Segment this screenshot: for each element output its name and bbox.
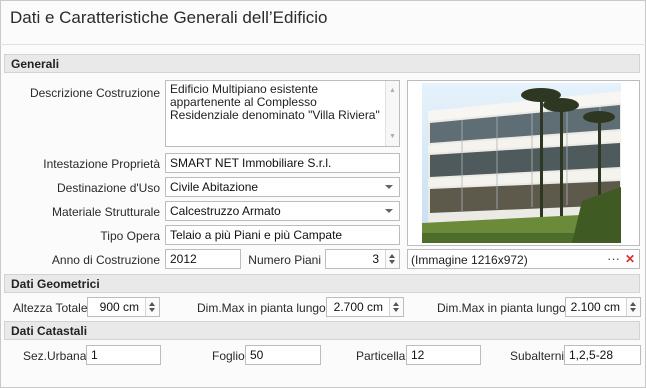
dimy-label: Dim.Max in pianta lungo Y xyxy=(437,301,577,315)
section-header-catastali: Dati Catastali xyxy=(4,321,640,340)
section-header-generali: Generali xyxy=(4,54,640,73)
altezza-spinner[interactable]: 900 cm xyxy=(87,297,160,317)
more-dots-icon[interactable]: ··· xyxy=(607,251,620,266)
building-photo xyxy=(422,83,621,243)
piani-value: 3 xyxy=(372,252,379,266)
section-header-geometrici: Dati Geometrici xyxy=(4,274,640,293)
page-title: Dati e Caratteristiche Generali dell’Edi… xyxy=(10,8,328,27)
image-info-bar: (Immagine 1216x972) ··· ✕ xyxy=(407,249,640,269)
close-icon[interactable]: ✕ xyxy=(625,252,635,266)
scroll-down-arrow-icon[interactable]: ▼ xyxy=(389,130,396,143)
subalterni-input[interactable]: 1,2,5-28 xyxy=(564,345,641,365)
intestazione-input[interactable]: SMART NET Immobiliare S.r.l. xyxy=(165,153,400,173)
dimx-label: Dim.Max in pianta lungo X xyxy=(197,301,338,315)
textarea-scrollbar[interactable]: ▲ ▼ xyxy=(385,81,399,146)
descrizione-text: Edificio Multipiano esistente appartenen… xyxy=(170,82,380,122)
image-caption: (Immagine 1216x972) xyxy=(411,253,528,267)
descrizione-label: Descrizione Costruzione xyxy=(29,86,160,100)
dimx-value: 2.700 cm xyxy=(333,300,383,314)
particella-input[interactable]: 12 xyxy=(406,345,481,365)
foglio-input[interactable]: 50 xyxy=(245,345,321,365)
altezza-value: 900 cm xyxy=(99,300,139,314)
piani-label: Numero Piani xyxy=(248,253,321,267)
title-divider xyxy=(0,44,646,45)
materiale-dropdown[interactable]: Calcestruzzo Armato xyxy=(165,201,400,221)
particella-label: Particella xyxy=(356,349,406,363)
tipo-opera-input[interactable]: Telaio a più Piani e più Campate xyxy=(165,225,400,245)
altezza-label: Altezza Totale xyxy=(13,301,88,315)
anno-label: Anno di Costruzione xyxy=(51,253,160,267)
destinazione-value: Civile Abitazione xyxy=(170,180,259,194)
materiale-label: Materiale Strutturale xyxy=(51,205,160,219)
destinazione-label: Destinazione d'Uso xyxy=(56,181,160,195)
piani-spinner[interactable]: 3 xyxy=(325,249,400,269)
spin-updown-icon[interactable] xyxy=(385,250,399,268)
chevron-down-icon[interactable] xyxy=(385,185,393,189)
dimx-spinner[interactable]: 2.700 cm xyxy=(326,297,404,317)
spin-updown-icon[interactable] xyxy=(389,298,403,316)
sez-urbana-input[interactable]: 1 xyxy=(86,345,161,365)
anno-input[interactable]: 2012 xyxy=(165,249,241,269)
subalterni-label: Subalterni xyxy=(510,349,565,363)
sez-urbana-label: Sez.Urbana xyxy=(23,349,87,363)
tipo-opera-label: Tipo Opera xyxy=(100,229,160,243)
spin-updown-icon[interactable] xyxy=(145,298,159,316)
spin-updown-icon[interactable] xyxy=(626,298,640,316)
materiale-value: Calcestruzzo Armato xyxy=(170,204,281,218)
dimy-spinner[interactable]: 2.100 cm xyxy=(565,297,641,317)
scroll-up-arrow-icon[interactable]: ▲ xyxy=(389,84,396,97)
intestazione-label: Intestazione Proprietà xyxy=(43,157,160,171)
building-image-frame[interactable] xyxy=(407,80,640,246)
destinazione-dropdown[interactable]: Civile Abitazione xyxy=(165,177,400,197)
chevron-down-icon[interactable] xyxy=(385,209,393,213)
dimy-value: 2.100 cm xyxy=(570,300,620,314)
descrizione-textarea[interactable]: Edificio Multipiano esistente appartenen… xyxy=(165,80,400,147)
foglio-label: Foglio xyxy=(212,349,245,363)
